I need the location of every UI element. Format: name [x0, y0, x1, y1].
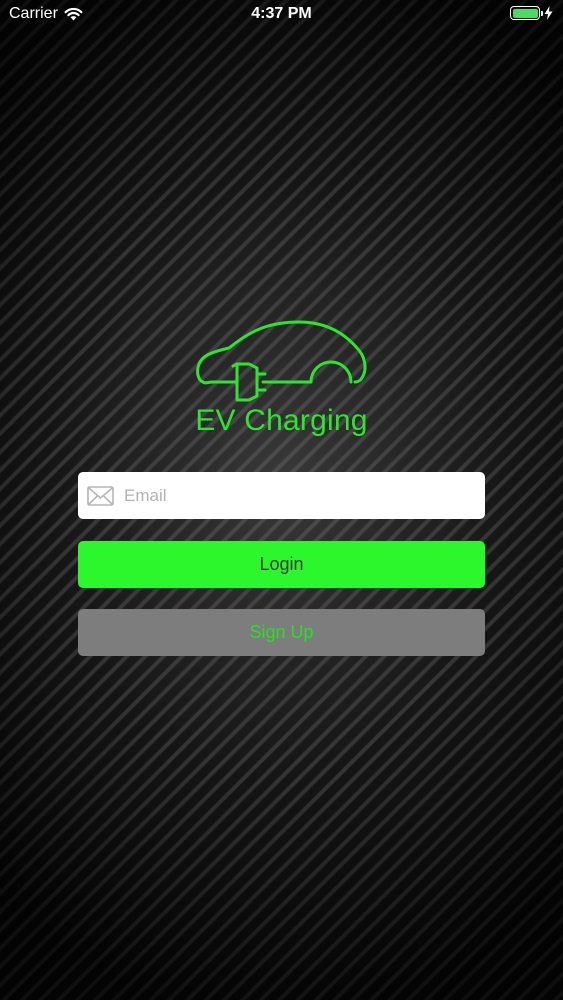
status-right — [510, 6, 553, 20]
signup-button[interactable]: Sign Up — [78, 609, 485, 656]
status-time: 4:37 PM — [251, 5, 312, 22]
email-field[interactable] — [78, 472, 485, 519]
app-logo: EV Charging — [0, 318, 563, 438]
battery-fill — [512, 8, 538, 18]
email-input[interactable] — [124, 472, 485, 519]
charging-bolt-icon — [544, 6, 553, 20]
login-screen: Carrier 4:37 PM EV Charging Email Login … — [0, 0, 563, 1000]
status-bar: Carrier 4:37 PM — [0, 0, 563, 30]
mail-icon — [87, 485, 114, 506]
login-button[interactable]: Login — [78, 541, 485, 588]
electric-car-plug-icon — [195, 320, 366, 402]
logo-text: EV Charging — [195, 404, 368, 437]
battery-icon — [510, 6, 543, 20]
battery-tip — [541, 11, 543, 16]
